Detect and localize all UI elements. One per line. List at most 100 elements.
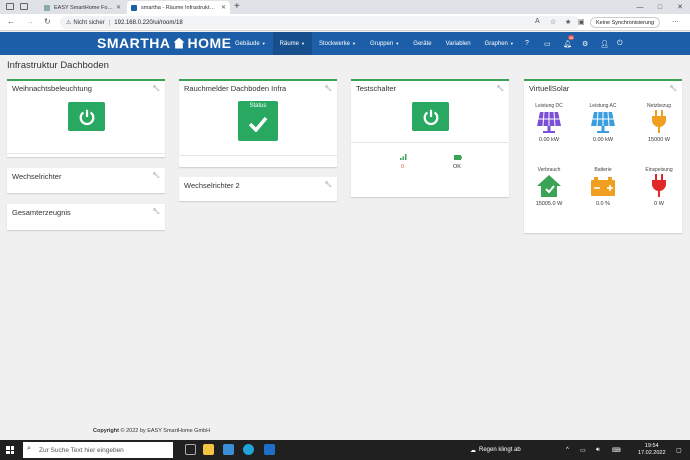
- volume-icon[interactable]: 🔊︎: [596, 447, 600, 454]
- task-view-icon[interactable]: [185, 444, 196, 455]
- metric-label: Einspeisung: [645, 167, 673, 173]
- keyboard-icon[interactable]: ⌨: [612, 447, 621, 454]
- metric-value: 0.00 kW: [592, 137, 614, 143]
- menu-gruppen[interactable]: Gruppen ▼: [363, 32, 406, 55]
- toggle-icon[interactable]: ▭: [544, 40, 551, 48]
- sync-label: Keine Synchronisierung: [596, 19, 655, 26]
- caret-down-icon: ▼: [301, 41, 305, 46]
- store-icon[interactable]: [223, 444, 234, 455]
- checkmark-icon: [248, 116, 268, 132]
- wrench-icon[interactable]: 🔧︎: [152, 172, 160, 179]
- notification-center-icon[interactable]: ▢: [676, 447, 682, 454]
- wrench-icon[interactable]: 🔧︎: [324, 85, 332, 92]
- browser-tabstrip: EASY SmartHome Forum ✕ smartha - Räume I…: [0, 0, 690, 14]
- metric-value: 0.00 kW: [538, 137, 560, 143]
- maximize-icon[interactable]: □: [650, 0, 670, 14]
- card-rauchmelder: Rauchmelder Dachboden Infra 🔧︎ Status: [179, 79, 337, 167]
- metric-value: 15005.0 W: [535, 201, 563, 207]
- favorite-icon[interactable]: ☆: [550, 18, 556, 26]
- power-toggle-button[interactable]: [68, 102, 105, 131]
- metric-label: Batterie: [594, 167, 612, 173]
- menu-graphen[interactable]: Graphen ▼: [478, 32, 521, 55]
- windows-start-icon[interactable]: [6, 446, 14, 454]
- wrench-icon[interactable]: 🔧︎: [324, 181, 332, 188]
- weather-icon[interactable]: ☁: [470, 447, 476, 454]
- outlook-icon[interactable]: [264, 444, 275, 455]
- menu-variablen[interactable]: Variablen: [439, 32, 478, 55]
- power-icon: [423, 109, 438, 125]
- page-title: Infrastruktur Dachboden: [7, 60, 109, 71]
- copyright-text: © 2022 by EASY SmartHome GmbH: [120, 428, 211, 434]
- file-explorer-icon[interactable]: [203, 444, 214, 455]
- metric-value: 0 W: [654, 201, 664, 207]
- new-tab-icon[interactable]: +: [234, 1, 240, 12]
- bell-icon[interactable]: 🔔︎: [563, 40, 572, 48]
- user-icon[interactable]: 👤︎: [600, 40, 609, 48]
- browser-tab-forum[interactable]: EASY SmartHome Forum ✕: [40, 1, 125, 14]
- metric-label: Leistung AC: [589, 103, 617, 109]
- card-virtuellsolar: VirtuellSolar 🔧︎ Leistung DC 0.00 kW Leis…: [524, 79, 682, 233]
- back-icon[interactable]: ←: [7, 17, 15, 26]
- tray-chevron-icon[interactable]: ^: [566, 447, 569, 453]
- metric-batterie: Batterie 0.0 %: [583, 167, 623, 207]
- power-toggle-button[interactable]: [412, 102, 449, 131]
- metric-leistung-dc: Leistung DC 0.00 kW: [529, 103, 569, 143]
- read-aloud-icon[interactable]: A: [535, 18, 540, 25]
- network-icon[interactable]: ▭: [580, 447, 586, 454]
- wrench-icon[interactable]: 🔧︎: [152, 85, 160, 92]
- card-wechselrichter-2: Wechselrichter 2 🔧︎: [179, 177, 337, 201]
- copyright-bold: Copyright: [93, 428, 119, 434]
- menu-raeume[interactable]: Räume ▼: [272, 32, 312, 55]
- menu-gebaeude[interactable]: Gebäude ▼: [228, 32, 273, 55]
- menu-stockwerke[interactable]: Stockwerke ▼: [312, 32, 363, 55]
- smartha-favicon-icon: [131, 4, 137, 11]
- tab-actions-icon[interactable]: [6, 3, 14, 10]
- reload-icon[interactable]: ↻: [44, 17, 51, 26]
- power-off-icon[interactable]: ⏻: [617, 40, 623, 48]
- main-menu: Gebäude ▼ Räume ▼ Stockwerke ▼ Gruppen ▼ Ger…: [228, 32, 521, 55]
- card-title: Testschalter: [356, 84, 397, 93]
- card-title: Gesamterzeugnis: [12, 208, 71, 217]
- favorites-bar-icon[interactable]: ★: [565, 18, 571, 26]
- metric-label: Netzbezug: [647, 103, 671, 109]
- tab-title: smartha - Räume Infrastruktur D...: [141, 4, 218, 11]
- system-clock[interactable]: 19:54 17.02.2022: [638, 443, 666, 457]
- power-icon: [79, 109, 94, 125]
- browser-tab-smartha[interactable]: smartha - Räume Infrastruktur D... ✕: [127, 1, 230, 14]
- menu-label: Variablen: [445, 40, 471, 47]
- sync-button[interactable]: Keine Synchronisierung: [590, 17, 661, 28]
- close-tab-icon[interactable]: ✕: [116, 4, 121, 11]
- brand-logo[interactable]: SMARTHA HOME: [97, 35, 232, 51]
- app-navbar: SMARTHA HOME Gebäude ▼ Räume ▼ Stockwerke ▼…: [0, 32, 690, 55]
- taskbar-search-input[interactable]: ⌕ Zur Suche Text hier eingeben: [23, 442, 173, 458]
- wrench-icon[interactable]: 🔧︎: [152, 208, 160, 215]
- wrench-icon[interactable]: 🔧︎: [669, 85, 677, 92]
- metric-value: 15000 W: [647, 137, 670, 143]
- menu-label: Räume: [279, 40, 300, 47]
- settings-icon[interactable]: ⚙: [582, 40, 588, 48]
- minimize-icon[interactable]: —: [630, 0, 650, 14]
- solar-panel-icon: [537, 111, 561, 133]
- more-icon[interactable]: ⋯: [672, 18, 679, 26]
- menu-label: Stockwerke: [318, 40, 350, 47]
- metric-einspeisung: Einspeisung 0 W: [639, 167, 679, 207]
- caret-down-icon: ▼: [261, 41, 266, 46]
- battery-icon: [591, 177, 615, 196]
- forward-icon[interactable]: →: [26, 17, 34, 26]
- help-icon[interactable]: ?: [525, 40, 529, 47]
- forum-favicon-icon: [44, 4, 50, 11]
- wrench-icon[interactable]: 🔧︎: [496, 85, 504, 92]
- menu-geraete[interactable]: Geräte: [406, 32, 438, 55]
- collections-icon[interactable]: ▣: [578, 18, 585, 26]
- metric-verbrauch: Verbrauch 15005.0 W: [529, 167, 569, 207]
- edge-icon[interactable]: [243, 444, 254, 455]
- url-field[interactable]: ⚠ Nicht sicher | 192.168.0.220/ui/room/1…: [60, 16, 580, 29]
- battery-icon: [454, 155, 462, 160]
- tab-collections-icon[interactable]: [20, 3, 28, 10]
- menu-label: Geräte: [413, 40, 432, 47]
- close-window-icon[interactable]: ✕: [670, 0, 690, 14]
- card-gesamterzeugnis: Gesamterzeugnis 🔧︎: [7, 204, 165, 230]
- weather-text[interactable]: Regen klingt ab: [479, 447, 521, 453]
- close-tab-icon[interactable]: ✕: [221, 4, 226, 11]
- notification-badge: 46: [568, 35, 575, 40]
